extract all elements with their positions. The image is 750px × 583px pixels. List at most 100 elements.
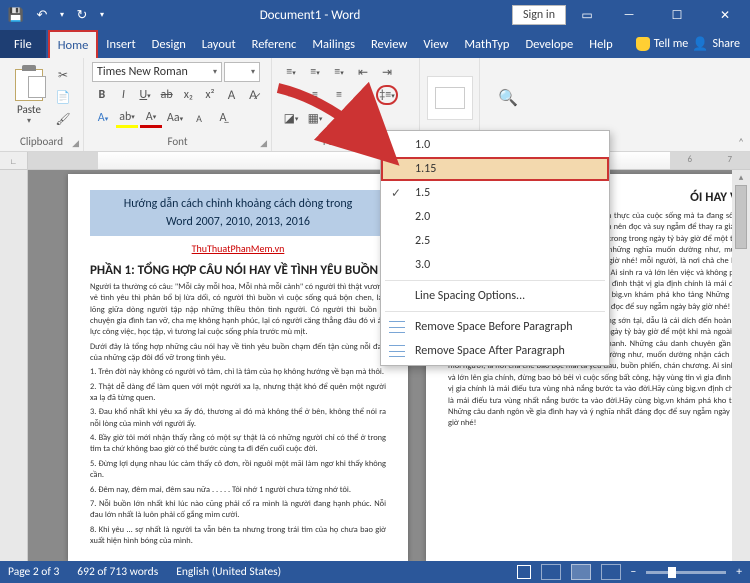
clear-formatting-button[interactable]: A̷ <box>243 85 263 105</box>
tab-mathtype[interactable]: MathTyp <box>456 30 517 58</box>
find-icon[interactable]: 🔍 <box>491 81 525 115</box>
scroll-up-icon[interactable]: ▴ <box>739 172 744 183</box>
scroll-thumb[interactable] <box>735 185 747 249</box>
vertical-scrollbar[interactable]: ▴ <box>732 170 750 561</box>
close-button[interactable]: ✕ <box>704 1 746 29</box>
ls-option-1-5[interactable]: ✓1.5 <box>381 181 609 205</box>
align-right-button[interactable]: ≡ <box>328 85 350 105</box>
multilevel-button[interactable]: ≡▾ <box>328 62 350 82</box>
font-name-value: Times New Roman <box>97 65 188 79</box>
font-name-combo[interactable]: Times New Roman ▾ <box>92 62 222 82</box>
styles-gallery[interactable] <box>427 76 473 120</box>
share-label: Share <box>712 37 740 51</box>
qat-customize-icon[interactable]: ▾ <box>96 3 108 27</box>
web-layout-icon[interactable] <box>601 564 621 580</box>
collapse-ribbon-icon[interactable]: ˄ <box>738 136 744 149</box>
chevron-down-icon: ▾ <box>213 67 217 77</box>
tab-view[interactable]: View <box>415 30 456 58</box>
ls-options[interactable]: Line Spacing Options... <box>381 284 609 308</box>
line-spacing-button[interactable]: ‡≡▾ <box>376 85 398 105</box>
ls-remove-before[interactable]: Remove Space Before Paragraph <box>381 315 609 339</box>
grow-font-button[interactable]: A <box>222 85 242 105</box>
text-effects-button[interactable]: A▾ <box>92 108 114 128</box>
font-color-button[interactable]: A▾ <box>140 108 162 128</box>
ls-option-2-5[interactable]: 2.5 <box>381 229 609 253</box>
title-bar: 💾 ↶ ▾ ↻ ▾ Document1 - Word Sign in ▭ — ☐… <box>0 0 750 30</box>
line-spacing-menu: 1.0 1.15 ✓1.5 2.0 2.5 3.0 Line Spacing O… <box>380 130 610 366</box>
tab-layout[interactable]: Layout <box>194 30 244 58</box>
shading-button[interactable]: ◪▾ <box>280 108 302 128</box>
read-mode-icon[interactable] <box>541 564 561 580</box>
borders-button[interactable]: ▦▾ <box>304 108 326 128</box>
justify-button[interactable]: ≡ <box>352 85 374 105</box>
paste-label: Paste <box>17 103 41 116</box>
tab-file[interactable]: File <box>0 30 46 58</box>
zoom-out-button[interactable]: − <box>631 565 637 579</box>
vertical-ruler[interactable] <box>0 170 28 561</box>
undo-dropdown-icon[interactable]: ▾ <box>56 3 68 27</box>
zoom-in-button[interactable]: + <box>736 565 742 579</box>
ls-remove-after[interactable]: Remove Space After Paragraph <box>381 339 609 363</box>
page-indicator[interactable]: Page 2 of 3 <box>8 565 59 579</box>
change-case-button[interactable]: Aa▾ <box>164 108 186 128</box>
ls-option-3-0[interactable]: 3.0 <box>381 253 609 277</box>
redo-icon[interactable]: ↻ <box>70 3 94 27</box>
undo-icon[interactable]: ↶ <box>30 3 54 27</box>
paste-button[interactable]: Paste ▾ <box>8 65 50 131</box>
copy-icon[interactable]: 📄 <box>52 88 74 108</box>
page-2[interactable]: Hướng dẫn cách chỉnh khoảng cách dòng tr… <box>68 174 408 561</box>
align-left-button[interactable]: ≡ <box>280 85 302 105</box>
tab-home[interactable]: Home <box>48 30 99 58</box>
italic-button[interactable]: I <box>114 85 134 105</box>
dialog-launcher-icon[interactable]: ◢ <box>72 135 79 153</box>
ribbon-options-icon[interactable]: ▭ <box>572 1 602 29</box>
ls-option-1-0[interactable]: 1.0 <box>381 133 609 157</box>
sort-button[interactable]: ↕ <box>328 108 350 128</box>
tab-help[interactable]: Help <box>581 30 620 58</box>
character-border-button[interactable]: A̲ <box>212 108 234 128</box>
heading-part-1: PHẦN 1: TỔNG HỢP CÂU NÓI HAY VỀ TÌNH YÊU… <box>90 263 386 278</box>
ribbon: Paste ▾ ✂ 📄 🖌 Clipboard◢ Times New Roman… <box>0 58 750 152</box>
sign-in-button[interactable]: Sign in <box>512 5 566 25</box>
underline-button[interactable]: U▾ <box>135 85 155 105</box>
superscript-button[interactable]: x² <box>200 85 220 105</box>
increase-indent-button[interactable]: ⇥ <box>376 62 398 82</box>
word-count[interactable]: 692 of 713 words <box>77 565 158 579</box>
subscript-button[interactable]: x₂ <box>179 85 199 105</box>
highlight-button[interactable]: ab▾ <box>116 108 138 128</box>
strikethrough-button[interactable]: ab <box>157 85 177 105</box>
tab-developer[interactable]: Develope <box>517 30 581 58</box>
site-link[interactable]: ThuThuatPhanMem.vn <box>90 242 386 255</box>
tab-review[interactable]: Review <box>363 30 415 58</box>
window-title: Document1 - Word <box>108 8 512 23</box>
zoom-slider[interactable] <box>646 571 726 574</box>
tell-me-search[interactable]: Tell me <box>636 37 689 51</box>
ls-option-1-15[interactable]: 1.15 <box>381 157 609 181</box>
minimize-button[interactable]: — <box>608 1 650 29</box>
print-layout-icon[interactable] <box>571 564 591 580</box>
bullets-button[interactable]: ≡▾ <box>280 62 302 82</box>
banner-line-1: Hướng dẫn cách chỉnh khoảng cách dòng tr… <box>99 197 377 211</box>
format-painter-icon[interactable]: 🖌 <box>52 110 74 130</box>
tab-design[interactable]: Design <box>144 30 194 58</box>
save-icon[interactable]: 💾 <box>4 3 28 27</box>
decrease-indent-button[interactable]: ⇤ <box>352 62 374 82</box>
show-marks-button[interactable]: ¶ <box>352 108 374 128</box>
shrink-font-button[interactable]: A <box>188 108 210 128</box>
tab-mailings[interactable]: Mailings <box>304 30 363 58</box>
language-indicator[interactable]: English (United States) <box>176 565 281 579</box>
tab-insert[interactable]: Insert <box>98 30 143 58</box>
align-center-button[interactable]: ≡ <box>304 85 326 105</box>
bold-button[interactable]: B <box>92 85 112 105</box>
dialog-launcher-icon[interactable]: ◢ <box>260 135 267 153</box>
cut-icon[interactable]: ✂ <box>52 66 74 86</box>
maximize-button[interactable]: ☐ <box>656 1 698 29</box>
numbering-button[interactable]: ≡▾ <box>304 62 326 82</box>
tab-references[interactable]: Referenc <box>244 30 305 58</box>
font-size-combo[interactable]: ▾ <box>224 62 260 82</box>
tell-me-label: Tell me <box>654 37 689 51</box>
macro-record-icon[interactable] <box>517 565 531 579</box>
ls-option-2-0[interactable]: 2.0 <box>381 205 609 229</box>
share-button[interactable]: 👤 Share <box>692 37 740 52</box>
paste-icon <box>15 69 43 101</box>
